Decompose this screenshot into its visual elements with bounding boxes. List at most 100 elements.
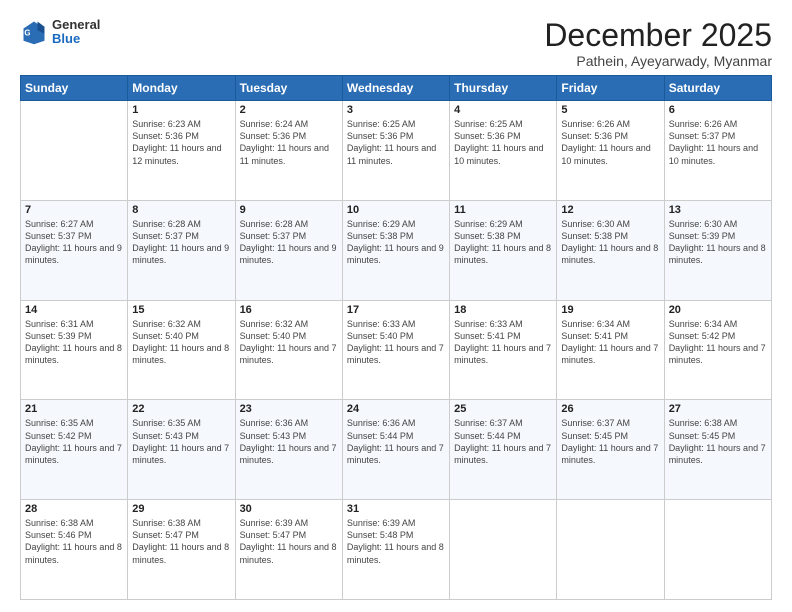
month-title: December 2025 [544,18,772,53]
calendar-cell: 13 Sunrise: 6:30 AMSunset: 5:39 PMDayligh… [664,200,771,300]
day-info: Sunrise: 6:32 AMSunset: 5:40 PMDaylight:… [132,318,230,367]
calendar-cell: 3 Sunrise: 6:25 AMSunset: 5:36 PMDaylight… [342,101,449,201]
day-number: 26 [561,403,659,415]
weekday-header-wednesday: Wednesday [342,76,449,101]
calendar-cell: 19 Sunrise: 6:34 AMSunset: 5:41 PMDayligh… [557,300,664,400]
calendar-cell: 1 Sunrise: 6:23 AMSunset: 5:36 PMDaylight… [128,101,235,201]
day-number: 4 [454,104,552,116]
calendar-cell: 6 Sunrise: 6:26 AMSunset: 5:37 PMDaylight… [664,101,771,201]
logo-general-label: General [52,18,100,32]
calendar-week-2: 7 Sunrise: 6:27 AMSunset: 5:37 PMDaylight… [21,200,772,300]
day-number: 23 [240,403,338,415]
day-info: Sunrise: 6:24 AMSunset: 5:36 PMDaylight:… [240,118,338,167]
day-number: 16 [240,304,338,316]
calendar-cell: 26 Sunrise: 6:37 AMSunset: 5:45 PMDayligh… [557,400,664,500]
day-info: Sunrise: 6:39 AMSunset: 5:47 PMDaylight:… [240,517,338,566]
day-number: 17 [347,304,445,316]
calendar-cell: 18 Sunrise: 6:33 AMSunset: 5:41 PMDayligh… [450,300,557,400]
weekday-header-thursday: Thursday [450,76,557,101]
day-number: 18 [454,304,552,316]
day-number: 28 [25,503,123,515]
calendar-cell [21,101,128,201]
day-number: 31 [347,503,445,515]
day-number: 19 [561,304,659,316]
weekday-header-tuesday: Tuesday [235,76,342,101]
svg-text:G: G [24,29,30,38]
weekday-header-friday: Friday [557,76,664,101]
day-number: 20 [669,304,767,316]
calendar-cell: 22Sunrise: 6:35 AMSunset: 5:43 PMDayligh… [128,400,235,500]
calendar-cell: 21 Sunrise: 6:35 AMSunset: 5:42 PMDayligh… [21,400,128,500]
calendar-cell: 25Sunrise: 6:37 AMSunset: 5:44 PMDayligh… [450,400,557,500]
calendar-cell [664,500,771,600]
calendar-cell: 29 Sunrise: 6:38 AMSunset: 5:47 PMDayligh… [128,500,235,600]
calendar-cell [557,500,664,600]
day-info: Sunrise: 6:37 AMSunset: 5:45 PMDaylight:… [561,417,659,466]
calendar-cell: 8Sunrise: 6:28 AMSunset: 5:37 PMDaylight… [128,200,235,300]
page: G General Blue December 2025 Pathein, Ay… [0,0,792,612]
day-number: 1 [132,104,230,116]
day-info: Sunrise: 6:27 AMSunset: 5:37 PMDaylight:… [25,218,123,267]
day-number: 9 [240,204,338,216]
day-info: Sunrise: 6:23 AMSunset: 5:36 PMDaylight:… [132,118,230,167]
day-info: Sunrise: 6:28 AMSunset: 5:37 PMDaylight:… [132,218,230,267]
calendar-cell: 14 Sunrise: 6:31 AMSunset: 5:39 PMDayligh… [21,300,128,400]
calendar-table: SundayMondayTuesdayWednesdayThursdayFrid… [20,75,772,600]
day-number: 2 [240,104,338,116]
day-number: 30 [240,503,338,515]
day-number: 25 [454,403,552,415]
logo-blue-label: Blue [52,32,100,46]
calendar-cell [450,500,557,600]
logo-icon: G [20,18,48,46]
day-info: Sunrise: 6:38 AMSunset: 5:46 PMDaylight:… [25,517,123,566]
calendar-week-4: 21 Sunrise: 6:35 AMSunset: 5:42 PMDayligh… [21,400,772,500]
day-info: Sunrise: 6:29 AMSunset: 5:38 PMDaylight:… [347,218,445,267]
weekday-header-row: SundayMondayTuesdayWednesdayThursdayFrid… [21,76,772,101]
day-number: 3 [347,104,445,116]
day-info: Sunrise: 6:26 AMSunset: 5:37 PMDaylight:… [669,118,767,167]
calendar-cell: 16 Sunrise: 6:32 AMSunset: 5:40 PMDayligh… [235,300,342,400]
day-number: 5 [561,104,659,116]
day-info: Sunrise: 6:34 AMSunset: 5:41 PMDaylight:… [561,318,659,367]
day-info: Sunrise: 6:31 AMSunset: 5:39 PMDaylight:… [25,318,123,367]
day-info: Sunrise: 6:36 AMSunset: 5:43 PMDaylight:… [240,417,338,466]
calendar-cell: 4Sunrise: 6:25 AMSunset: 5:36 PMDaylight… [450,101,557,201]
day-number: 24 [347,403,445,415]
calendar-week-3: 14 Sunrise: 6:31 AMSunset: 5:39 PMDayligh… [21,300,772,400]
day-info: Sunrise: 6:38 AMSunset: 5:45 PMDaylight:… [669,417,767,466]
calendar-cell: 17 Sunrise: 6:33 AMSunset: 5:40 PMDayligh… [342,300,449,400]
day-info: Sunrise: 6:38 AMSunset: 5:47 PMDaylight:… [132,517,230,566]
calendar-cell: 31Sunrise: 6:39 AMSunset: 5:48 PMDayligh… [342,500,449,600]
calendar-week-1: 1 Sunrise: 6:23 AMSunset: 5:36 PMDaylight… [21,101,772,201]
day-number: 6 [669,104,767,116]
location-subtitle: Pathein, Ayeyarwady, Myanmar [544,53,772,69]
day-info: Sunrise: 6:36 AMSunset: 5:44 PMDaylight:… [347,417,445,466]
day-info: Sunrise: 6:25 AMSunset: 5:36 PMDaylight:… [347,118,445,167]
calendar-cell: 27Sunrise: 6:38 AMSunset: 5:45 PMDayligh… [664,400,771,500]
calendar-week-5: 28 Sunrise: 6:38 AMSunset: 5:46 PMDayligh… [21,500,772,600]
day-number: 14 [25,304,123,316]
calendar-cell: 30 Sunrise: 6:39 AMSunset: 5:47 PMDayligh… [235,500,342,600]
day-number: 12 [561,204,659,216]
day-number: 13 [669,204,767,216]
header: G General Blue December 2025 Pathein, Ay… [20,18,772,69]
weekday-header-saturday: Saturday [664,76,771,101]
day-info: Sunrise: 6:33 AMSunset: 5:41 PMDaylight:… [454,318,552,367]
weekday-header-monday: Monday [128,76,235,101]
day-info: Sunrise: 6:32 AMSunset: 5:40 PMDaylight:… [240,318,338,367]
calendar-cell: 7 Sunrise: 6:27 AMSunset: 5:37 PMDaylight… [21,200,128,300]
day-info: Sunrise: 6:28 AMSunset: 5:37 PMDaylight:… [240,218,338,267]
day-info: Sunrise: 6:33 AMSunset: 5:40 PMDaylight:… [347,318,445,367]
calendar-cell: 2 Sunrise: 6:24 AMSunset: 5:36 PMDaylight… [235,101,342,201]
day-number: 21 [25,403,123,415]
calendar-cell: 15Sunrise: 6:32 AMSunset: 5:40 PMDayligh… [128,300,235,400]
day-number: 7 [25,204,123,216]
calendar-cell: 11Sunrise: 6:29 AMSunset: 5:38 PMDayligh… [450,200,557,300]
day-number: 22 [132,403,230,415]
day-number: 29 [132,503,230,515]
calendar-body: 1 Sunrise: 6:23 AMSunset: 5:36 PMDaylight… [21,101,772,600]
day-info: Sunrise: 6:35 AMSunset: 5:42 PMDaylight:… [25,417,123,466]
calendar-cell: 9 Sunrise: 6:28 AMSunset: 5:37 PMDaylight… [235,200,342,300]
day-info: Sunrise: 6:34 AMSunset: 5:42 PMDaylight:… [669,318,767,367]
day-info: Sunrise: 6:30 AMSunset: 5:39 PMDaylight:… [669,218,767,267]
